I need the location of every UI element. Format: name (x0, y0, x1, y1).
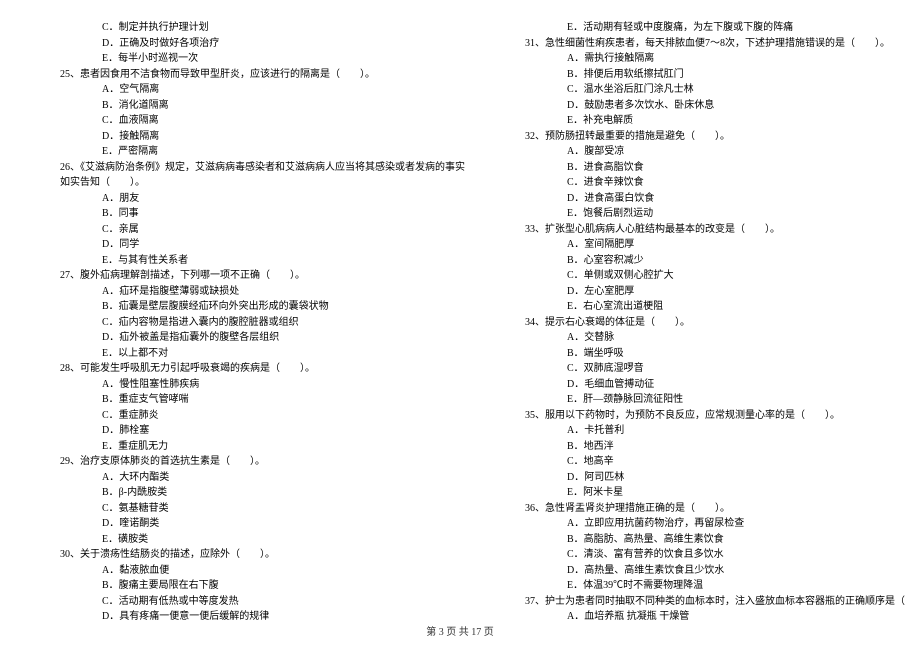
option: B．腹痛主要局限在右下腹 (60, 578, 465, 594)
pre-option: E．每半小时巡视一次 (60, 51, 465, 67)
option: C．氨基糖苷类 (60, 501, 465, 517)
option: C．进食辛辣饮食 (525, 175, 920, 191)
option: B．消化道隔离 (60, 98, 465, 114)
option: D．进食高蛋白饮食 (525, 191, 920, 207)
option: D．毛细血管搏动征 (525, 377, 920, 393)
option: A．室间隔肥厚 (525, 237, 920, 253)
option: D．肺栓塞 (60, 423, 465, 439)
option: E．与其有性关系者 (60, 253, 465, 269)
option: E．磺胺类 (60, 532, 465, 548)
option: D．阿司匹林 (525, 470, 920, 486)
option: E．重症肌无力 (60, 439, 465, 455)
option: B．高脂肪、高热量、高维生素饮食 (525, 532, 920, 548)
option: C．清淡、富有营养的饮食且多饮水 (525, 547, 920, 563)
question-33: 33、扩张型心肌病病人心脏结构最基本的改变是（ ）。 (525, 222, 920, 238)
question-29: 29、治疗支原体肺炎的首选抗生素是（ ）。 (60, 454, 465, 470)
option: B．β-内酰胺类 (60, 485, 465, 501)
question-26-line1: 26、《艾滋病防治条例》规定，艾滋病病毒感染者和艾滋病病人应当将其感染或者发病的… (60, 160, 465, 176)
option: B．地西泮 (525, 439, 920, 455)
two-column-layout: C．制定并执行护理计划 D．正确及时做好各项治疗 E．每半小时巡视一次 25、患… (60, 20, 860, 600)
option: A．腹部受凉 (525, 144, 920, 160)
option: B．同事 (60, 206, 465, 222)
option: D．喹诺酮类 (60, 516, 465, 532)
option: C．血液隔离 (60, 113, 465, 129)
option: D．接触隔离 (60, 129, 465, 145)
option: C．活动期有低热或中等度发热 (60, 594, 465, 610)
option: A．朋友 (60, 191, 465, 207)
pre-option: D．正确及时做好各项治疗 (60, 36, 465, 52)
option: A．卡托普利 (525, 423, 920, 439)
option: C．温水坐浴后肛门涂凡士林 (525, 82, 920, 98)
option: A．黏液脓血便 (60, 563, 465, 579)
option: B．排便后用软纸擦拭肛门 (525, 67, 920, 83)
question-31: 31、急性细菌性痢疾患者，每天排脓血便7～8次，下述护理措施错误的是（ ）。 (525, 36, 920, 52)
option: A．交替脉 (525, 330, 920, 346)
option: B．重症支气管哮喘 (60, 392, 465, 408)
option: E．右心室流出道梗阻 (525, 299, 920, 315)
option: C．重症肺炎 (60, 408, 465, 424)
option: E．严密隔离 (60, 144, 465, 160)
option: A．疝环是指腹壁薄弱或缺损处 (60, 284, 465, 300)
option: E．以上都不对 (60, 346, 465, 362)
option: D．高热量、高维生素饮食且少饮水 (525, 563, 920, 579)
question-37: 37、护士为患者同时抽取不同种类的血标本时，注入盛放血标本容器瓶的正确顺序是（ … (525, 594, 920, 610)
question-32: 32、预防肠扭转最重要的措施是避免（ ）。 (525, 129, 920, 145)
left-column: C．制定并执行护理计划 D．正确及时做好各项治疗 E．每半小时巡视一次 25、患… (60, 20, 465, 600)
option: D．同学 (60, 237, 465, 253)
option: E．饱餐后剧烈运动 (525, 206, 920, 222)
option: C．疝内容物是指进入囊内的腹腔脏器或组织 (60, 315, 465, 331)
question-30: 30、关于溃疡性结肠炎的描述，应除外（ ）。 (60, 547, 465, 563)
option: A．慢性阻塞性肺疾病 (60, 377, 465, 393)
option: C．地高辛 (525, 454, 920, 470)
pre-option: E．活动期有轻或中度腹痛，为左下腹或下腹的阵痛 (525, 20, 920, 36)
option: D．左心室肥厚 (525, 284, 920, 300)
option: A．大环内酯类 (60, 470, 465, 486)
question-26-line2: 如实告知（ ）。 (60, 175, 465, 191)
option: B．进食高脂饮食 (525, 160, 920, 176)
page-footer: 第 3 页 共 17 页 (0, 623, 920, 638)
question-28: 28、可能发生呼吸肌无力引起呼吸衰竭的疾病是（ ）。 (60, 361, 465, 377)
option: C．单侧或双侧心腔扩大 (525, 268, 920, 284)
option: E．阿米卡星 (525, 485, 920, 501)
question-27: 27、腹外疝病理解剖描述，下列哪一项不正确（ ）。 (60, 268, 465, 284)
question-36: 36、急性肾盂肾炎护理措施正确的是（ ）。 (525, 501, 920, 517)
option: B．端坐呼吸 (525, 346, 920, 362)
option: B．疝囊是壁层腹膜经疝环向外突出形成的囊袋状物 (60, 299, 465, 315)
question-35: 35、服用以下药物时，为预防不良反应，应常规测量心率的是（ ）。 (525, 408, 920, 424)
option: E．补充电解质 (525, 113, 920, 129)
option: A．空气隔离 (60, 82, 465, 98)
option: D．疝外被盖是指疝囊外的腹壁各层组织 (60, 330, 465, 346)
option: C．亲属 (60, 222, 465, 238)
option: A．立即应用抗菌药物治疗，再留尿检查 (525, 516, 920, 532)
question-34: 34、提示右心衰竭的体征是（ ）。 (525, 315, 920, 331)
option: E．体温39℃时不需要物理降温 (525, 578, 920, 594)
option: C．双肺底湿啰音 (525, 361, 920, 377)
option: E．肝—颈静脉回流征阳性 (525, 392, 920, 408)
right-column: E．活动期有轻或中度腹痛，为左下腹或下腹的阵痛 31、急性细菌性痢疾患者，每天排… (525, 20, 920, 600)
option: B．心室容积减少 (525, 253, 920, 269)
pre-option: C．制定并执行护理计划 (60, 20, 465, 36)
question-25: 25、患者因食用不洁食物而导致甲型肝炎，应该进行的隔离是（ ）。 (60, 67, 465, 83)
option: A．需执行接触隔离 (525, 51, 920, 67)
option: D．鼓励患者多次饮水、卧床休息 (525, 98, 920, 114)
